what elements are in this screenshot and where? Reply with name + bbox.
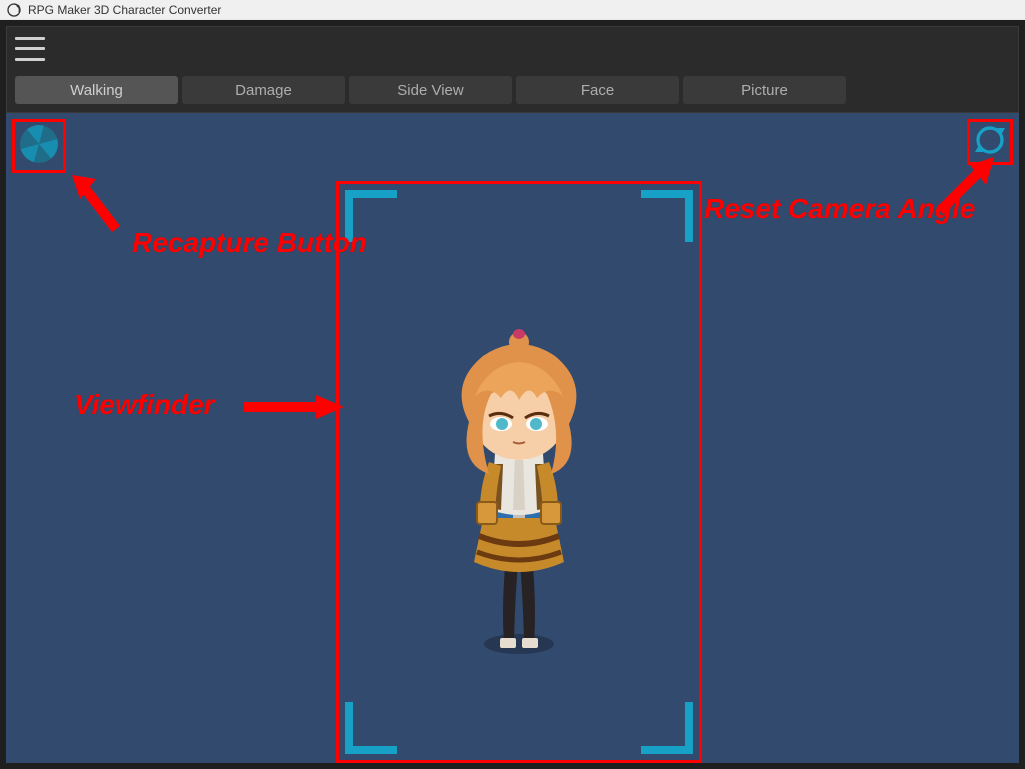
app-shell: Walking Damage Side View Face Picture <box>0 20 1025 769</box>
main-toolbar <box>6 26 1019 70</box>
window-title: RPG Maker 3D Character Converter <box>28 3 221 17</box>
annotation-arrow <box>244 387 354 432</box>
character-model[interactable] <box>429 324 609 664</box>
aperture-icon <box>17 122 61 171</box>
tab-side-view[interactable]: Side View <box>349 76 512 104</box>
app-icon <box>6 2 22 18</box>
viewfinder <box>336 181 702 763</box>
tab-bar: Walking Damage Side View Face Picture <box>6 70 1019 113</box>
tab-face[interactable]: Face <box>516 76 679 104</box>
window-titlebar: RPG Maker 3D Character Converter <box>0 0 1025 20</box>
annotation-viewfinder: Viewfinder <box>74 389 215 421</box>
tab-walking[interactable]: Walking <box>15 76 178 104</box>
viewport-3d[interactable]: Recapture Button Reset Camera Angle View… <box>6 113 1019 763</box>
annotation-arrow <box>66 169 146 254</box>
viewfinder-corner <box>641 190 693 242</box>
annotation-arrow <box>920 153 1010 238</box>
menu-icon[interactable] <box>15 37 45 61</box>
viewfinder-corner <box>345 702 397 754</box>
annotation-recapture: Recapture Button <box>132 227 367 259</box>
recapture-button[interactable] <box>12 119 66 173</box>
viewfinder-corner <box>641 702 693 754</box>
tab-picture[interactable]: Picture <box>683 76 846 104</box>
tab-damage[interactable]: Damage <box>182 76 345 104</box>
